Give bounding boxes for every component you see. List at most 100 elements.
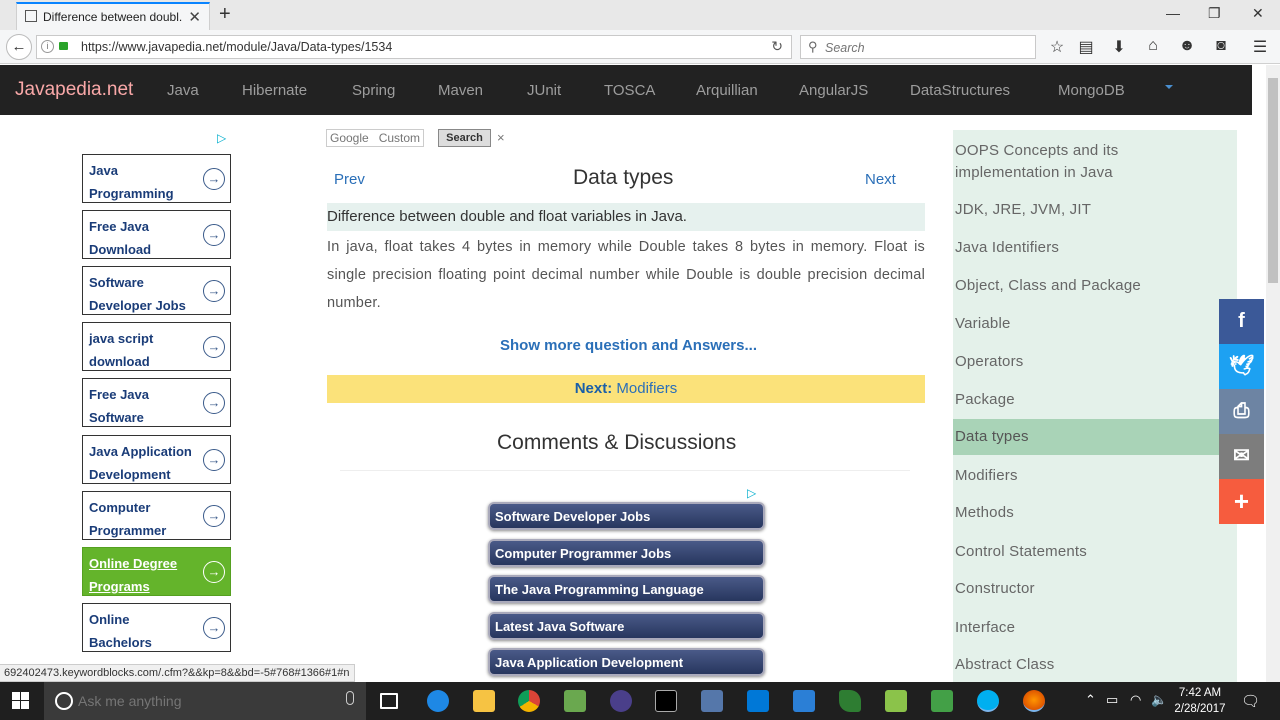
minimize-icon[interactable]: — [1166,5,1180,21]
nav-datastructures[interactable]: DataStructures [910,82,1010,99]
sidebar-item-object-class-package[interactable]: Object, Class and Package [953,275,1237,297]
left-ad-online-bachelors[interactable]: Online Bachelors → [82,603,231,652]
sidebar-item-package[interactable]: Package [953,389,1237,411]
edge-icon[interactable] [427,690,449,712]
address-bar[interactable]: i https://www.javapedia.net/module/Java/… [36,35,792,59]
browser-tab[interactable]: Difference between doubl... ✕ [16,2,210,30]
sidebar-item-modifiers[interactable]: Modifiers [953,465,1237,487]
notepad-icon[interactable] [885,690,907,712]
cortana-search-box[interactable] [44,682,366,720]
app-icon[interactable] [839,690,861,712]
microphone-icon[interactable] [346,691,354,705]
next-topic-link[interactable]: Modifiers [616,380,677,397]
mid-ad-button[interactable]: Software Developer Jobs [488,502,765,530]
mid-ad-button[interactable]: Latest Java Software [488,612,765,640]
sidebar-item-interface[interactable]: Interface [953,617,1237,639]
network-app-icon[interactable] [701,690,723,712]
terminal-icon[interactable] [655,690,677,712]
google-search-button[interactable]: Search [438,129,491,147]
left-ad-java-application-development[interactable]: Java Application Development → [82,435,231,484]
app-icon[interactable] [564,690,586,712]
home-icon[interactable]: ⌂ [1143,37,1163,55]
sidebar-item-abstract-class[interactable]: Abstract Class [953,654,1237,676]
bookmark-star-icon[interactable]: ☆ [1047,37,1067,57]
nav-angularjs[interactable]: AngularJS [799,82,868,99]
mid-ad-button[interactable]: The Java Programming Language [488,575,765,603]
site-logo[interactable]: Javapedia.net [15,79,133,101]
windows-start-icon[interactable] [12,692,30,710]
google-custom-search-input[interactable] [330,131,422,145]
battery-icon[interactable]: ▭ [1106,692,1118,708]
nav-spring[interactable]: Spring [352,82,395,99]
sidebar-item-jdk-jre[interactable]: JDK, JRE, JVM, JIT [953,199,1237,221]
file-explorer-icon[interactable] [473,690,495,712]
chat-icon[interactable]: ☻ [1177,37,1197,55]
nav-more-caret-icon[interactable] [1165,85,1173,89]
wifi-icon[interactable]: ◠ [1130,692,1141,708]
show-hidden-icons-icon[interactable]: ⌃ [1085,692,1096,708]
adchoices-icon[interactable]: ▷ [747,486,756,500]
new-tab-button[interactable]: + [219,3,231,26]
adchoices-icon[interactable]: ▷ [217,131,226,145]
clear-search-icon[interactable]: × [497,130,505,145]
left-ad-online-degree-programs[interactable]: Online Degree Programs → [82,547,231,596]
sidebar-item-methods[interactable]: Methods [953,502,1237,524]
sidebar-item-operators[interactable]: Operators [953,351,1237,373]
nav-junit[interactable]: JUnit [527,82,561,99]
nav-mongodb[interactable]: MongoDB [1058,82,1125,99]
left-ad-java-programming[interactable]: Java Programming → [82,154,231,203]
nav-tosca[interactable]: TOSCA [604,82,655,99]
sidebar-item-variable[interactable]: Variable [953,313,1237,335]
close-tab-icon[interactable]: ✕ [188,8,201,26]
notifications-icon[interactable]: 🗨 [1241,692,1260,710]
sidebar-item-identifiers[interactable]: Java Identifiers [953,237,1237,259]
visual-studio-code-icon[interactable] [793,690,815,712]
nav-java[interactable]: Java [167,82,199,99]
scrollbar-thumb[interactable] [1268,78,1278,283]
skype-icon[interactable] [977,690,999,712]
reading-list-icon[interactable]: ▤ [1076,37,1096,57]
sidebar-item-control-statements[interactable]: Control Statements [953,541,1237,563]
window-close-icon[interactable]: ✕ [1252,5,1264,22]
reload-icon[interactable]: ↻ [771,38,783,55]
image-viewer-icon[interactable] [931,690,953,712]
left-ad-java-script-download[interactable]: java script download → [82,322,231,371]
twitter-share-button[interactable]: 🕊 [1219,344,1264,389]
print-button[interactable]: ⎙ [1219,389,1264,434]
firefox-icon[interactable] [1023,690,1045,712]
sidebar-item-oops[interactable]: OOPS Concepts and its implementation in … [953,140,1153,184]
nav-maven[interactable]: Maven [438,82,483,99]
google-custom-search-box[interactable] [326,129,424,147]
system-clock[interactable]: 7:42 AM 2/28/2017 [1172,685,1228,717]
task-view-icon[interactable] [380,693,398,709]
sidebar-item-data-types[interactable]: Data types [953,419,1237,455]
download-icon[interactable]: ⬇ [1109,37,1129,57]
email-share-button[interactable]: ✉ [1219,434,1264,479]
browser-search-box[interactable]: ⚲ [800,35,1036,59]
browser-search-input[interactable] [825,39,1025,56]
prev-link[interactable]: Prev [334,171,365,188]
url-text[interactable]: https://www.javapedia.net/module/Java/Da… [81,40,392,54]
back-button[interactable]: ← [6,34,32,60]
left-ad-software-developer-jobs[interactable]: Software Developer Jobs → [82,266,231,315]
eclipse-icon[interactable] [610,690,632,712]
mid-ad-button[interactable]: Computer Programmer Jobs [488,539,765,567]
next-link[interactable]: Next [865,171,896,188]
facebook-share-button[interactable]: f [1219,299,1264,344]
cortana-search-input[interactable] [78,692,328,710]
info-icon[interactable]: i [41,40,54,53]
left-ad-free-java-download[interactable]: Free Java Download → [82,210,231,259]
mid-ad-button[interactable]: Java Application Development [488,648,765,676]
menu-icon[interactable]: ☰ [1250,37,1270,57]
chrome-icon[interactable] [518,690,540,712]
nav-hibernate[interactable]: Hibernate [242,82,307,99]
sidebar-item-constructor[interactable]: Constructor [953,578,1237,600]
more-share-button[interactable]: + [1219,479,1264,524]
maximize-icon[interactable]: ❐ [1208,5,1221,22]
left-ad-computer-programmer[interactable]: Computer Programmer → [82,491,231,540]
show-more-link[interactable]: Show more question and Answers... [500,337,757,354]
outlook-icon[interactable] [747,690,769,712]
left-ad-free-java-software[interactable]: Free Java Software → [82,378,231,427]
nav-arquillian[interactable]: Arquillian [696,82,758,99]
pocket-icon[interactable]: ◙ [1211,37,1231,55]
